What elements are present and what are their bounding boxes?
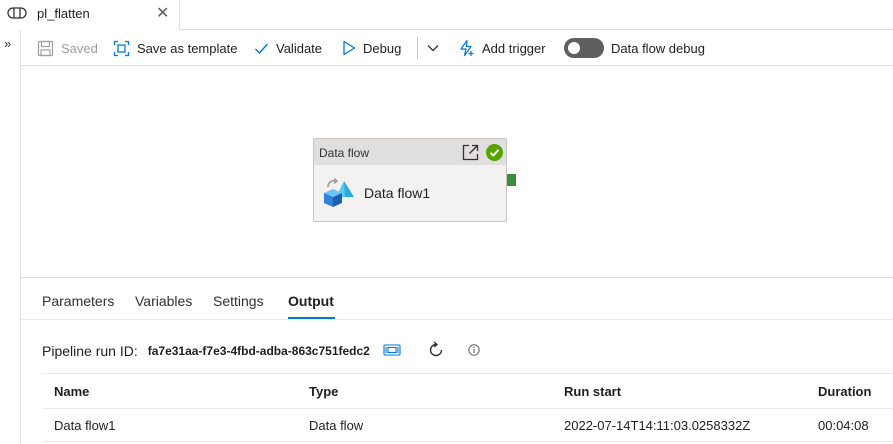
run-id-value: fa7e31aa-f7e3-4fbd-adba-863c751fedc2 <box>147 344 370 358</box>
tab-variables[interactable]: Variables <box>135 293 192 309</box>
debug-label: Debug <box>363 40 402 56</box>
tab-parameters[interactable]: Parameters <box>42 293 114 309</box>
tab-bar: pl_flatten ✕ <box>0 0 893 30</box>
save-as-template-button[interactable]: Save as template <box>113 30 237 66</box>
saved-button: Saved <box>37 30 98 66</box>
activity-body: Data flow1 <box>314 165 506 221</box>
data-flow-icon <box>324 177 354 207</box>
saved-label: Saved <box>61 40 98 56</box>
chevron-down-icon <box>427 45 439 52</box>
activity-header: Data flow <box>314 139 506 165</box>
open-external-icon[interactable] <box>461 143 480 162</box>
table-header: Name Type Run start Duration <box>42 373 893 409</box>
lightning-icon <box>460 39 474 57</box>
refresh-icon[interactable] <box>427 341 445 359</box>
expand-icon[interactable]: » <box>4 36 11 51</box>
save-as-template-label: Save as template <box>137 40 238 56</box>
copy-icon[interactable] <box>383 343 401 357</box>
data-flow-activity[interactable]: Data flow Data flow1 <box>313 138 507 222</box>
column-header-name[interactable]: Name <box>54 374 89 408</box>
cell-name: Data flow1 <box>54 417 116 433</box>
pipeline-toolbar: Saved Save as template Validate Debug Ad… <box>21 30 893 66</box>
checkmark-icon <box>255 43 269 54</box>
tab-title: pl_flatten <box>37 6 90 21</box>
save-icon <box>37 40 54 56</box>
panel-tabs: Parameters Variables Settings Output <box>21 278 893 320</box>
info-icon[interactable] <box>468 344 480 356</box>
properties-panel: Parameters Variables Settings Output Pip… <box>21 277 893 444</box>
cell-run-start: 2022-07-14T14:11:03.0258332Z <box>564 417 751 433</box>
pipeline-canvas[interactable]: Data flow Data flow1 <box>21 66 893 277</box>
column-header-type[interactable]: Type <box>309 374 338 408</box>
column-header-run-start[interactable]: Run start <box>564 374 621 408</box>
pipeline-run-id-row: Pipeline run ID: fa7e31aa-f7e3-4fbd-adba… <box>42 341 480 361</box>
close-icon[interactable]: ✕ <box>156 3 169 23</box>
add-trigger-button[interactable]: Add trigger <box>458 30 546 66</box>
tab-settings[interactable]: Settings <box>213 293 264 309</box>
toggle-switch[interactable] <box>564 38 604 58</box>
add-trigger-label: Add trigger <box>482 40 546 56</box>
activity-name: Data flow1 <box>364 185 431 201</box>
tab-pl-flatten[interactable]: pl_flatten ✕ <box>0 0 180 30</box>
data-flow-debug-toggle[interactable]: Data flow debug <box>564 30 705 66</box>
data-flow-debug-label: Data flow debug <box>611 40 705 56</box>
template-icon <box>113 40 130 56</box>
activity-type: Data flow <box>319 146 370 160</box>
tab-output[interactable]: Output <box>288 293 334 309</box>
left-rail: » <box>0 30 21 444</box>
cell-type: Data flow <box>309 417 364 433</box>
active-tab-indicator <box>288 317 335 319</box>
debug-button[interactable]: Debug <box>342 30 401 66</box>
activity-output-port[interactable] <box>507 174 516 186</box>
toolbar-divider <box>417 37 418 59</box>
cell-duration: 00:04:08 <box>818 417 869 433</box>
table-row[interactable]: Data flow1 Data flow 2022-07-14T14:11:03… <box>42 409 893 442</box>
validate-button[interactable]: Validate <box>254 30 322 66</box>
validate-label: Validate <box>276 40 323 56</box>
activity-runs-table: Name Type Run start Duration Data flow1 … <box>42 373 893 442</box>
success-check-icon <box>486 144 503 161</box>
pipeline-icon <box>7 7 27 19</box>
more-options-dropdown[interactable] <box>426 30 440 66</box>
run-id-label: Pipeline run ID: <box>42 343 138 359</box>
column-header-duration[interactable]: Duration <box>818 374 871 408</box>
play-icon <box>343 40 356 56</box>
